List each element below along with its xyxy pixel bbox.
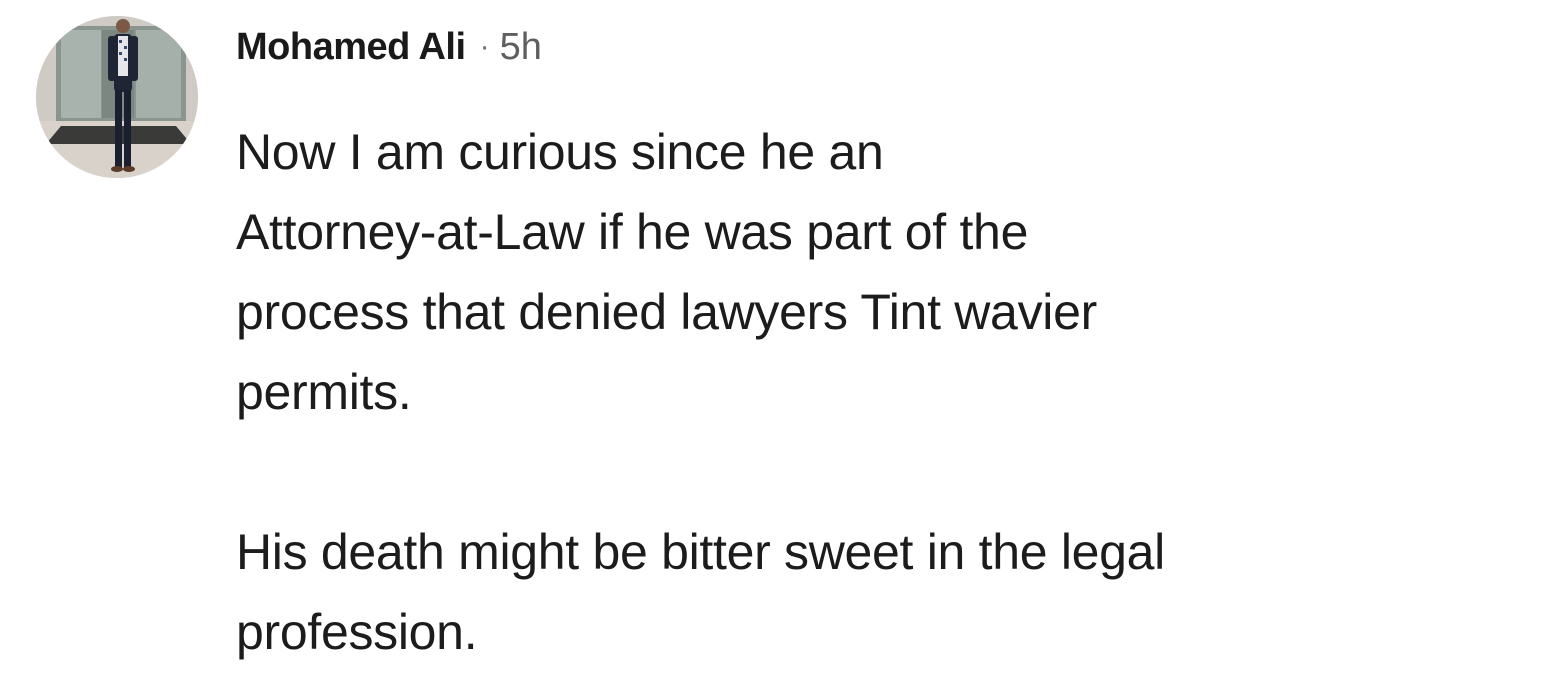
timestamp[interactable]: 5h [500, 26, 542, 69]
comment-header: Mohamed Ali · 5h [236, 22, 542, 72]
comment-line: permits. [236, 364, 412, 420]
comment-line: process that denied lawyers Tint wavier [236, 284, 1097, 340]
comment-body: Now I am curious since he an Attorney-at… [236, 112, 1536, 672]
comment-line: Now I am curious since he an [236, 124, 884, 180]
avatar[interactable] [36, 16, 198, 178]
profile-photo-icon [36, 16, 198, 178]
comment-line: Attorney-at-Law if he was part of the [236, 204, 1029, 260]
comment: Mohamed Ali · 5h Now I am curious since … [0, 0, 1559, 692]
author-name[interactable]: Mohamed Ali [236, 26, 466, 69]
comment-paragraph: Now I am curious since he an Attorney-at… [236, 112, 1536, 432]
comment-line: His death might be bitter sweet in the l… [236, 524, 1165, 580]
comment-paragraph: His death might be bitter sweet in the l… [236, 512, 1536, 672]
separator-dot: · [479, 30, 490, 63]
comment-line: profession. [236, 604, 478, 660]
